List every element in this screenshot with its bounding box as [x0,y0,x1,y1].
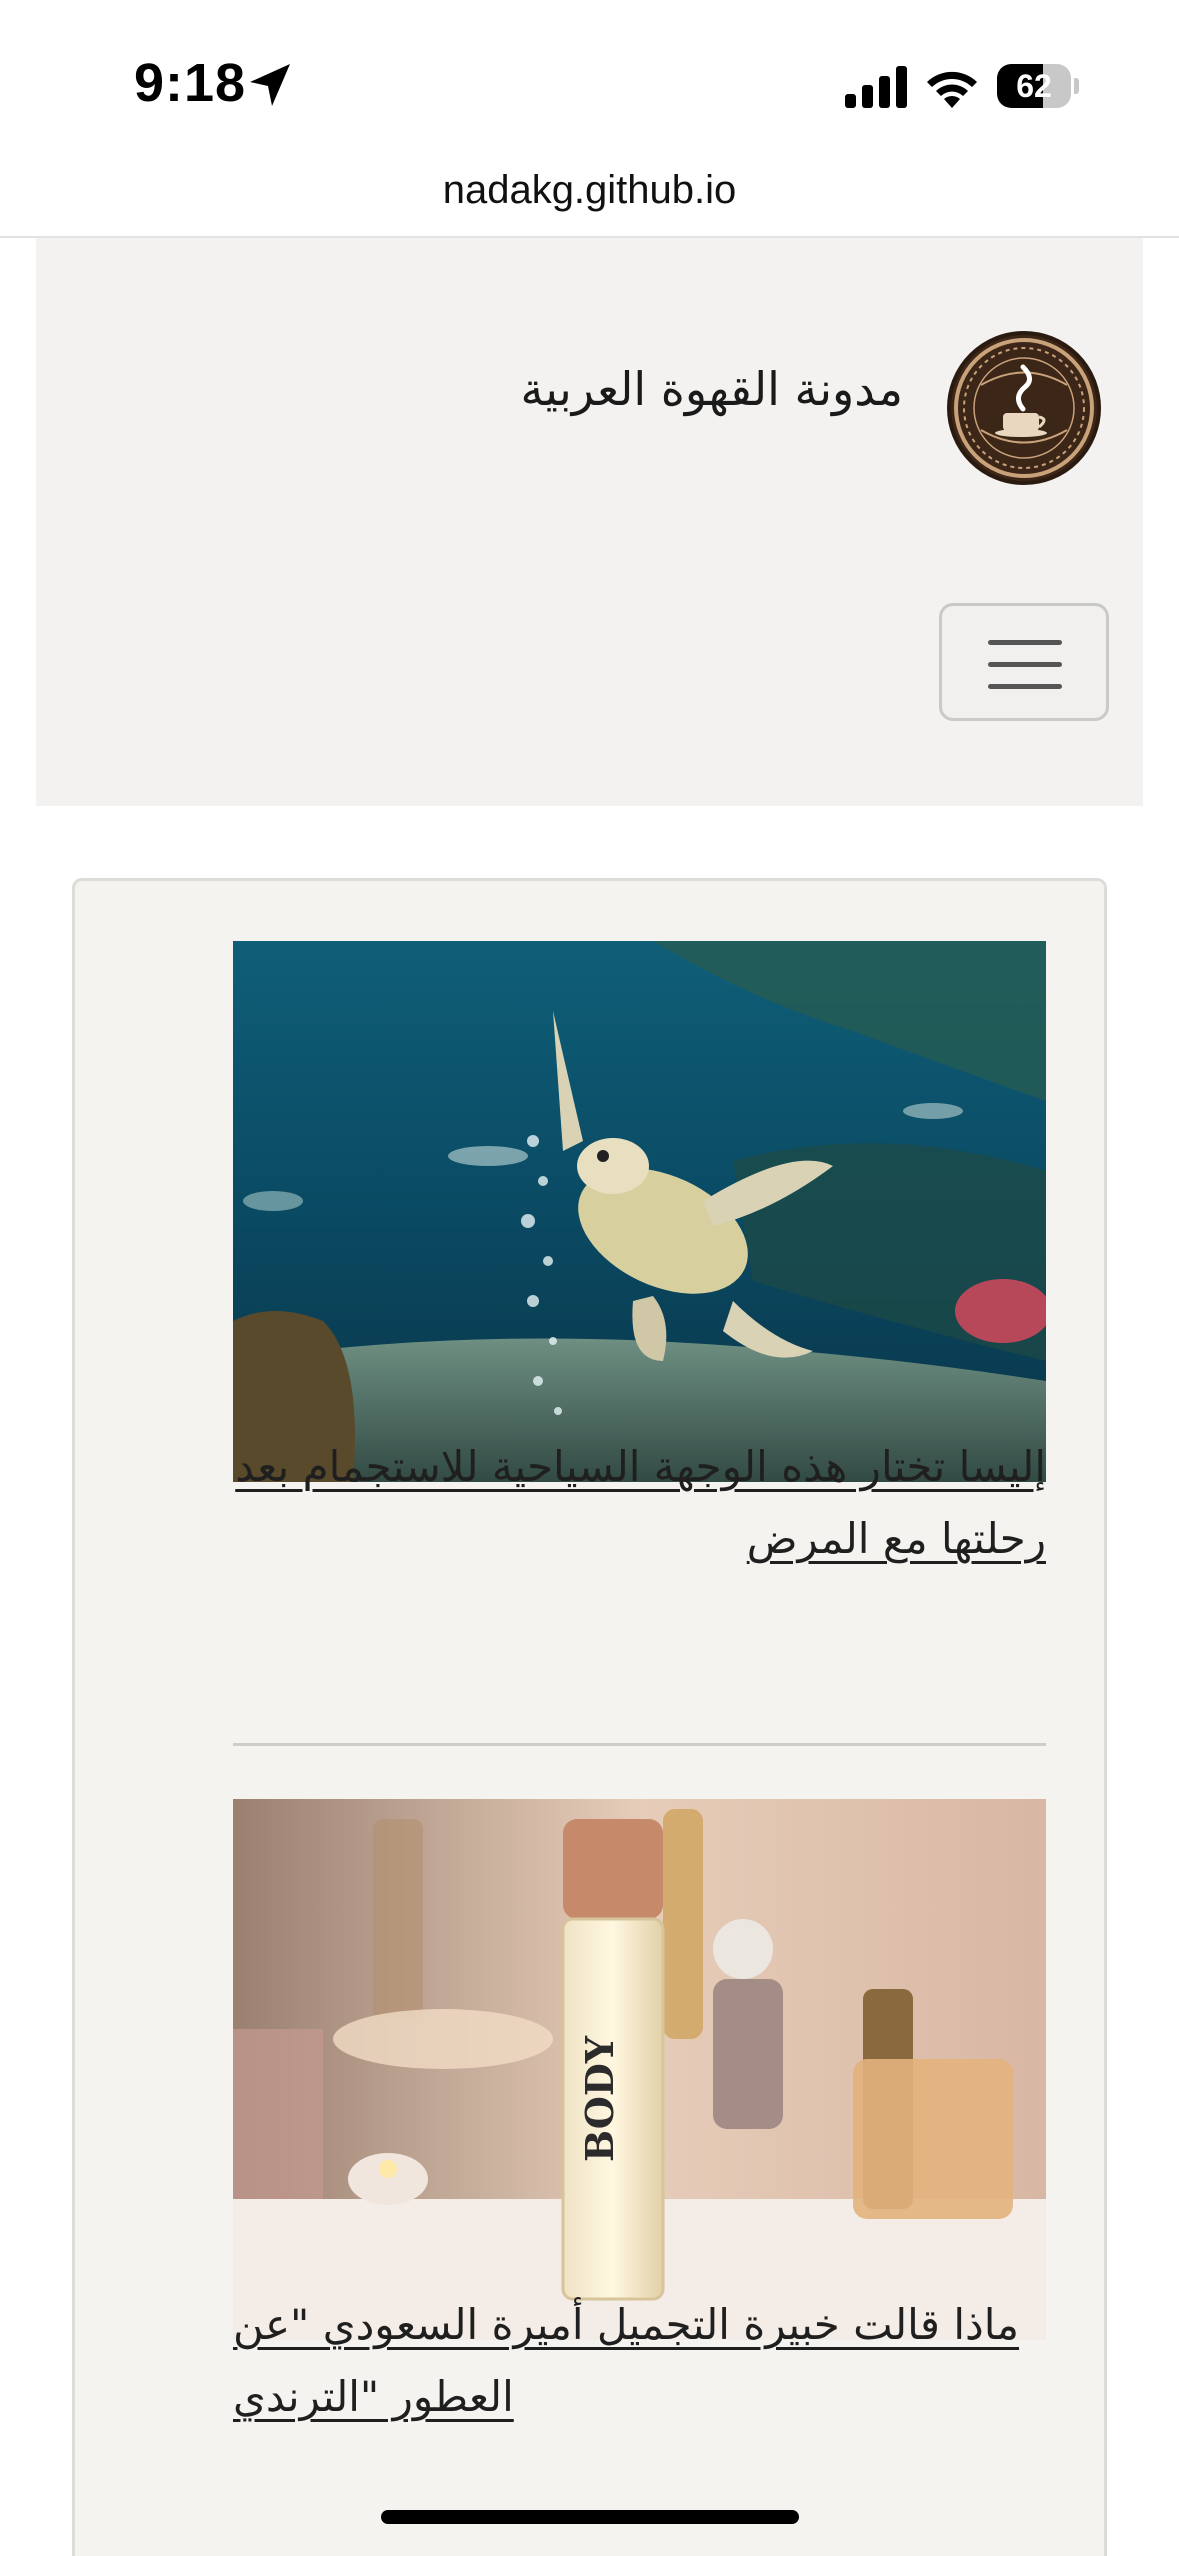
battery-level: 62 [1016,68,1052,104]
address-bar[interactable]: nadakg.github.io [0,160,1179,238]
hamburger-menu-icon [988,640,1062,645]
url-text[interactable]: nadakg.github.io [0,168,1179,213]
coffee-cup-emblem-icon[interactable] [947,331,1101,485]
post-divider [233,1743,1046,1746]
post-title-link[interactable]: إليسا تختار هذه الوجهة السياحية للاستجما… [233,1431,1046,1575]
sea-turtle-underwater-photo[interactable] [233,941,1046,1482]
posts-card: إليسا تختار هذه الوجهة السياحية للاستجما… [72,878,1107,2556]
battery-icon: 62 [997,64,1079,108]
perfume-bottles-photo[interactable]: BODY [233,1799,1046,2340]
site-title[interactable]: مدونة القهوة العربية [520,362,903,416]
hamburger-menu-bar [988,662,1062,667]
wifi-icon [927,71,977,108]
status-time: 9:18 [134,53,247,113]
post-title-link[interactable]: ماذا قالت خبيرة التجميل أميرة السعودي "ع… [233,2289,1046,2433]
location-arrow-icon [250,64,290,106]
site-header: مدونة القهوة العربية [36,238,1143,806]
hamburger-menu-button[interactable] [939,603,1109,721]
home-indicator[interactable] [381,2510,799,2524]
status-bar: 9:18 62 [0,0,1179,160]
cellular-signal-icon [845,66,907,108]
hamburger-menu-bar [988,684,1062,689]
svg-text:BODY: BODY [577,2035,622,2162]
